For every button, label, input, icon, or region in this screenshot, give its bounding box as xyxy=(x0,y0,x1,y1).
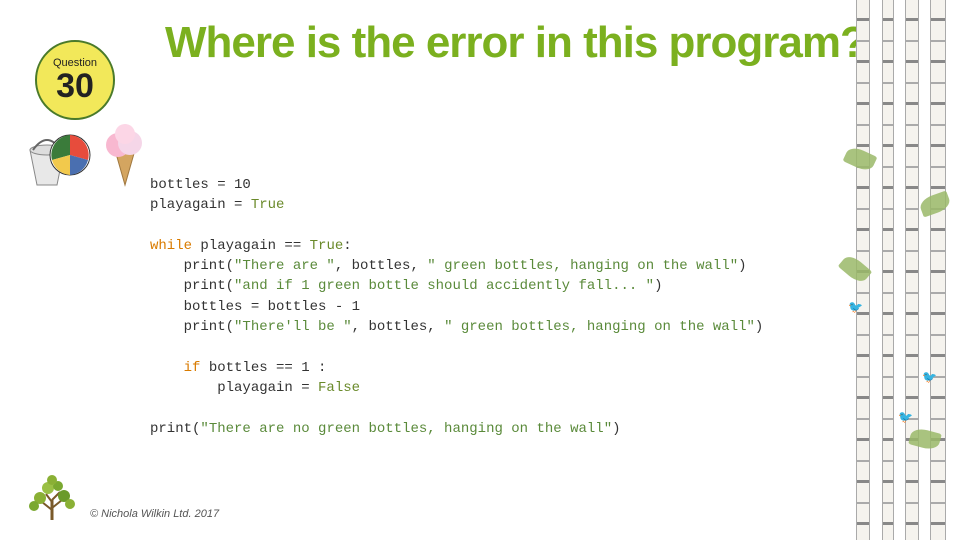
code-keyword: if xyxy=(184,360,201,376)
code-line: ) xyxy=(612,421,620,437)
code-line: : xyxy=(343,238,351,254)
code-line: print( xyxy=(150,421,200,437)
bird-icon: 🐦 xyxy=(898,410,913,425)
code-string: " green bottles, hanging on the wall" xyxy=(427,258,738,274)
badge-circle: Question 30 xyxy=(35,40,115,120)
code-keyword: while xyxy=(150,238,192,254)
bird-icon: 🐦 xyxy=(848,300,863,315)
code-string: "There are " xyxy=(234,258,335,274)
bird-icon: 🐦 xyxy=(922,370,937,385)
code-string: "There are no green bottles, hanging on … xyxy=(200,421,612,437)
code-line: bottles = bottles - 1 xyxy=(150,299,360,315)
code-string: "and if 1 green bottle should accidently… xyxy=(234,278,654,294)
slide-title: Where is the error in this program? xyxy=(165,20,866,66)
code-line: print( xyxy=(150,278,234,294)
question-number: 30 xyxy=(56,69,94,103)
birch-decoration: 🐦 🐦 🐦 xyxy=(850,0,960,540)
code-string: " green bottles, hanging on the wall" xyxy=(444,319,755,335)
beach-clipart xyxy=(15,110,145,190)
code-line: , bottles, xyxy=(352,319,444,335)
code-line: ) xyxy=(654,278,662,294)
code-bool: True xyxy=(251,197,285,213)
code-line: bottles == 1 : xyxy=(200,360,326,376)
code-bool: True xyxy=(310,238,344,254)
code-line: playagain = xyxy=(150,380,318,396)
copyright: © Nichola Wilkin Ltd. 2017 xyxy=(90,508,219,520)
code-line: print( xyxy=(150,319,234,335)
code-bool: False xyxy=(318,380,360,396)
code-line: playagain == xyxy=(192,238,310,254)
code-line: print( xyxy=(150,258,234,274)
code-block: bottles = 10 playagain = True while play… xyxy=(150,175,763,439)
tree-logo xyxy=(20,470,85,525)
code-line: ) xyxy=(738,258,746,274)
code-line: ) xyxy=(755,319,763,335)
code-line: playagain = xyxy=(150,197,251,213)
code-line: , bottles, xyxy=(335,258,427,274)
code-string: "There'll be " xyxy=(234,319,352,335)
code-line xyxy=(150,360,184,376)
code-line: bottles = 10 xyxy=(150,177,251,193)
